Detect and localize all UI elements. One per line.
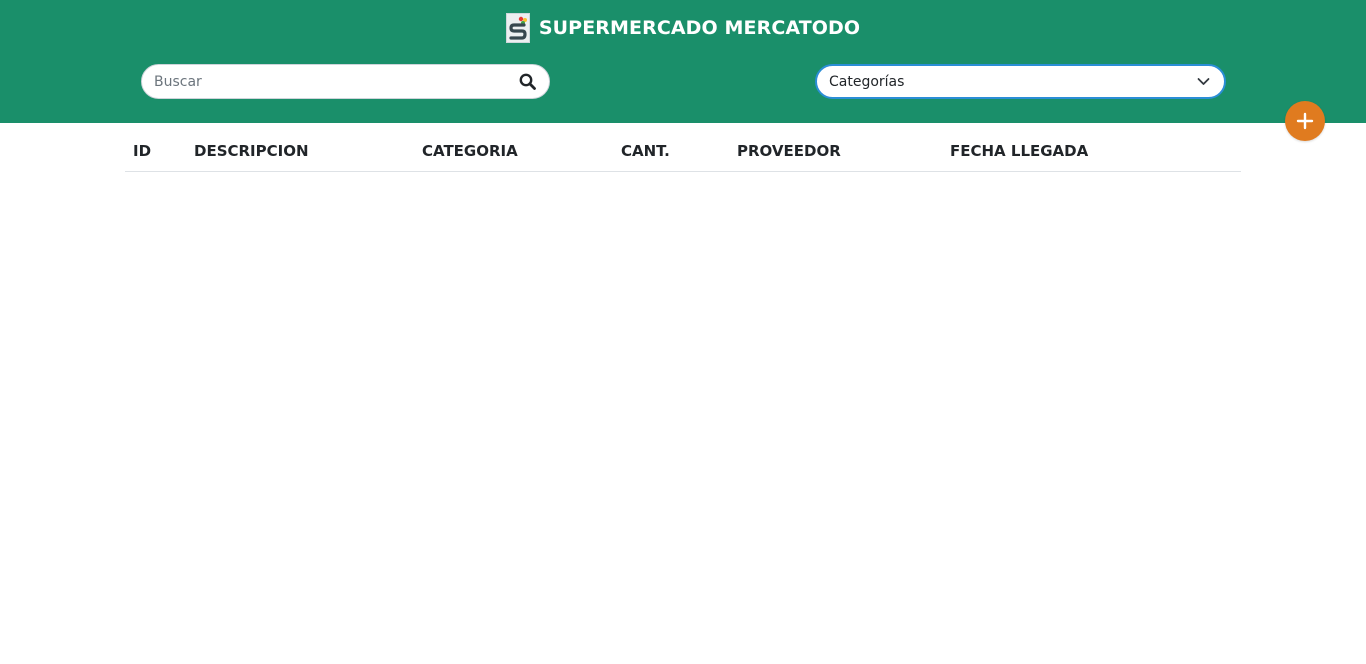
plus-icon [1296,112,1314,130]
column-header-cantidad: CANT. [621,142,670,160]
category-dropdown[interactable]: Categorías [815,64,1226,99]
chevron-down-icon [1196,75,1210,89]
column-header-categoria: CATEGORIA [422,142,518,160]
column-header-id: ID [133,142,152,160]
column-header-proveedor: PROVEEDOR [737,142,841,160]
column-header-fecha-llegada: FECHA LLEGADA [950,142,1089,160]
inventory-table: ID DESCRIPCION CATEGORIA CANT. PROVEEDOR… [125,131,1241,172]
store-logo-icon [505,13,530,43]
brand: SUPERMERCADO MERCATODO [0,13,1366,43]
add-product-button[interactable] [1285,101,1325,141]
table-header-row: ID DESCRIPCION CATEGORIA CANT. PROVEEDOR… [125,131,1241,172]
app-title: SUPERMERCADO MERCATODO [538,17,861,39]
category-dropdown-value: Categorías [829,73,905,90]
column-header-descripcion: DESCRIPCION [194,142,309,160]
search-input[interactable] [154,73,517,90]
search-bar[interactable] [141,64,550,99]
app-header: SUPERMERCADO MERCATODO Categorías [0,0,1366,123]
search-icon[interactable] [517,72,537,92]
